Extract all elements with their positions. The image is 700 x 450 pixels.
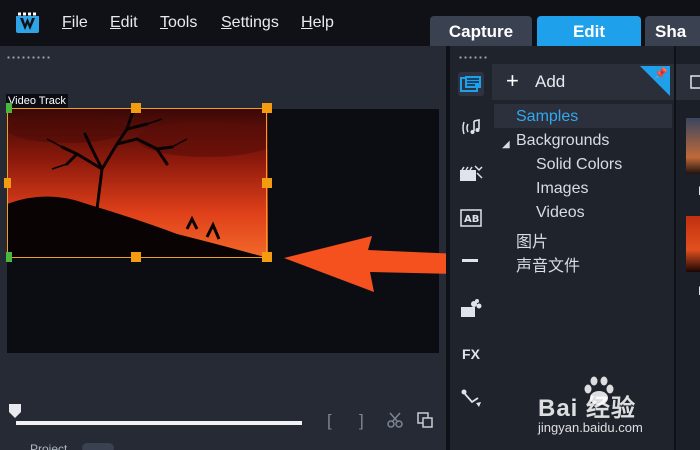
- fx-icon[interactable]: FX: [458, 342, 484, 366]
- tab-edit[interactable]: Edit: [537, 16, 641, 46]
- add-button[interactable]: Add: [535, 72, 565, 92]
- menu-edit-mnemonic: E: [110, 14, 121, 31]
- project-mode-label: Project: [30, 442, 68, 450]
- library-icon-strip: AB FX: [450, 46, 492, 450]
- titles-icon[interactable]: AB: [458, 206, 484, 230]
- annotation-arrow-icon: [284, 236, 460, 292]
- clip-selection-box[interactable]: [7, 108, 267, 258]
- thumbnail-header: [676, 64, 700, 100]
- transitions-icon[interactable]: [458, 162, 484, 186]
- enlarge-preview-icon[interactable]: [416, 411, 434, 429]
- menu-settings-label: ettings: [231, 14, 279, 31]
- resize-handle-top-left[interactable]: [6, 103, 12, 113]
- media-thumbnail-1[interactable]: [686, 118, 700, 174]
- menu-help-label: elp: [312, 14, 334, 31]
- video-track-label: Video Track: [6, 94, 68, 108]
- menu-tools[interactable]: Tools: [160, 14, 197, 32]
- tree-item-pictures-folder[interactable]: 图片: [516, 228, 548, 252]
- scrubber-handle-icon[interactable]: [8, 403, 22, 419]
- menu-edit-label: dit: [120, 14, 138, 31]
- graphics-icon[interactable]: [458, 250, 484, 274]
- tree-item-sound-files-folder[interactable]: 声音文件: [516, 252, 580, 276]
- svg-text:AB: AB: [464, 214, 479, 225]
- watermark-url: jingyan.baidu.com: [538, 420, 643, 435]
- watermark-brand: Bai 经验: [538, 395, 637, 422]
- menu-settings[interactable]: Settings: [221, 14, 279, 32]
- media-thumbnail-2[interactable]: [686, 216, 700, 272]
- tab-capture[interactable]: Capture: [430, 16, 532, 46]
- media-icon[interactable]: [458, 72, 484, 96]
- menu-settings-mnemonic: S: [221, 14, 232, 31]
- menu-bar: File Edit Tools Settings Help Capture Ed…: [0, 0, 700, 46]
- mark-out-button[interactable]: ]: [359, 411, 364, 431]
- tree-item-backgrounds[interactable]: Backgrounds: [516, 132, 609, 150]
- audio-effects-icon[interactable]: [458, 116, 484, 140]
- resize-handle-top-right[interactable]: [262, 103, 272, 113]
- mark-in-button[interactable]: [: [327, 411, 332, 431]
- folder-icon[interactable]: [690, 74, 700, 90]
- add-icon[interactable]: +: [506, 68, 519, 94]
- tree-item-solid-colors[interactable]: Solid Colors: [536, 156, 622, 174]
- split-clip-icon[interactable]: [386, 411, 404, 429]
- tab-share[interactable]: Sha: [645, 16, 700, 46]
- resize-handle-bottom-left[interactable]: [6, 252, 12, 262]
- motion-path-icon[interactable]: [458, 386, 484, 410]
- filters-icon[interactable]: [458, 296, 484, 320]
- resize-handle-right[interactable]: [262, 178, 272, 188]
- library-header: + Add 📌: [492, 64, 674, 100]
- resize-handle-bottom-right[interactable]: [262, 252, 272, 262]
- menu-file-label: ile: [71, 14, 88, 31]
- app-logo-icon: [16, 12, 39, 33]
- tree-item-images[interactable]: Images: [536, 180, 588, 198]
- menu-tools-label: ools: [168, 14, 198, 31]
- menu-tools-mnemonic: T: [160, 14, 168, 31]
- menu-edit[interactable]: Edit: [110, 14, 138, 32]
- expand-arrow-icon[interactable]: ◢: [502, 139, 510, 150]
- timeline-scrubber[interactable]: [16, 421, 302, 425]
- preview-panel-grip[interactable]: [6, 56, 50, 59]
- tree-item-samples[interactable]: Samples: [516, 108, 578, 126]
- resize-handle-bottom[interactable]: [131, 252, 141, 262]
- menu-help[interactable]: Help: [301, 14, 334, 32]
- menu-file-mnemonic: F: [62, 14, 72, 31]
- clip-mode-toggle[interactable]: [82, 443, 114, 450]
- library-panel-grip[interactable]: [458, 56, 488, 59]
- baidu-watermark: Bai 经验 jingyan.baidu.com: [538, 376, 698, 446]
- menu-file[interactable]: File: [62, 14, 88, 32]
- resize-handle-left[interactable]: [4, 178, 11, 188]
- menu-help-mnemonic: H: [301, 14, 313, 31]
- pin-icon[interactable]: 📌: [654, 67, 668, 80]
- resize-handle-top[interactable]: [131, 103, 141, 113]
- tree-item-videos[interactable]: Videos: [536, 204, 585, 222]
- video-editor-window: File Edit Tools Settings Help Capture Ed…: [0, 0, 700, 450]
